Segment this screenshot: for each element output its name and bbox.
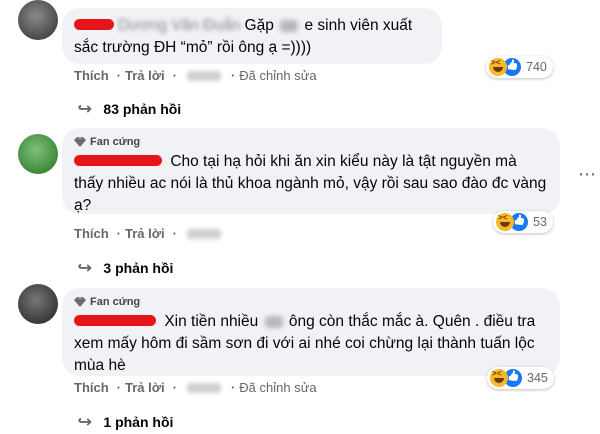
- reaction-summary[interactable]: 345: [487, 367, 554, 389]
- timestamp[interactable]: [186, 228, 221, 239]
- separator-dot: ·: [172, 226, 177, 241]
- comment-bubble: Dương Văn Đuẩn Gặp e sinh viên xuất sắc …: [62, 8, 442, 64]
- edited-label: Đã chỉnh sửa: [239, 68, 317, 83]
- separator-dot: ·: [116, 68, 122, 83]
- reply-arrow-icon: ↪: [77, 101, 93, 118]
- comment-text-part1: Xin tiền nhiều: [164, 313, 259, 330]
- reaction-count: 53: [533, 215, 547, 229]
- reply-link[interactable]: Trả lời: [125, 226, 165, 241]
- edited-label: Đã chỉnh sửa: [239, 380, 317, 395]
- comment-text: Cho tại hạ hỏi khi ăn xin kiểu này là tậ…: [74, 151, 548, 217]
- comment-bubble: Fan cứng Xin tiền nhiều ông còn thắc mắc…: [62, 288, 560, 376]
- fan-badge: Fan cứng: [74, 295, 548, 309]
- separator-dot: ·: [116, 380, 122, 395]
- blurred-word: [280, 19, 299, 32]
- redacted-name: [74, 155, 162, 167]
- separator-dot: ·: [230, 380, 236, 395]
- reaction-count: 345: [527, 371, 548, 385]
- reaction-count: 740: [526, 60, 547, 74]
- badge-label: Fan cứng: [90, 296, 141, 308]
- like-link[interactable]: Thích: [74, 380, 109, 395]
- reaction-summary[interactable]: 53: [493, 211, 553, 233]
- separator-dot: ·: [116, 226, 122, 241]
- like-link[interactable]: Thích: [74, 226, 109, 241]
- separator-dot: ·: [172, 380, 177, 395]
- view-replies[interactable]: ↪ 3 phản hồi: [77, 258, 174, 278]
- blurred-word: [264, 315, 283, 328]
- avatar[interactable]: [18, 134, 58, 174]
- comment-text: Xin tiền nhiều ông còn thắc mắc à. Quên …: [74, 311, 548, 377]
- haha-reaction-icon: [496, 213, 514, 231]
- view-replies[interactable]: ↪ 1 phản hồi: [77, 412, 174, 432]
- more-options-icon[interactable]: ⋯: [578, 164, 597, 185]
- reply-link[interactable]: Trả lời: [125, 68, 165, 83]
- comment-actions: Thích · Trả lời ·: [74, 226, 227, 241]
- reaction-summary[interactable]: 740: [486, 56, 553, 78]
- avatar[interactable]: [18, 0, 58, 40]
- reply-link[interactable]: Trả lời: [125, 380, 165, 395]
- badge-label: Fan cứng: [90, 136, 141, 148]
- haha-reaction-icon: [489, 58, 507, 76]
- comment-text-part1: Gặp: [244, 17, 274, 34]
- comment-actions: Thích · Trả lời · · Đã chỉnh sửa: [74, 68, 321, 83]
- replies-count: 83 phản hồi: [103, 101, 182, 117]
- reply-arrow-icon: ↪: [77, 260, 93, 277]
- diamond-icon: [74, 297, 86, 307]
- view-replies[interactable]: ↪ 83 phản hồi: [77, 99, 182, 119]
- separator-dot: ·: [172, 68, 177, 83]
- comment-bubble: Fan cứng Cho tại hạ hỏi khi ăn xin kiểu …: [62, 128, 560, 214]
- timestamp[interactable]: [186, 382, 221, 393]
- comment-actions: Thích · Trả lời · · Đã chỉnh sửa: [74, 380, 321, 395]
- timestamp[interactable]: [186, 70, 221, 81]
- like-link[interactable]: Thích: [74, 68, 109, 83]
- haha-reaction-icon: [490, 369, 508, 387]
- replies-count: 1 phản hồi: [103, 414, 174, 430]
- separator-dot: ·: [230, 68, 236, 83]
- comment-text: Dương Văn Đuẩn Gặp e sinh viên xuất sắc …: [74, 15, 430, 59]
- fan-badge: Fan cứng: [74, 135, 548, 149]
- replies-count: 3 phản hồi: [103, 260, 174, 276]
- reply-arrow-icon: ↪: [77, 414, 93, 431]
- avatar[interactable]: [18, 284, 58, 324]
- diamond-icon: [74, 137, 86, 147]
- redacted-name: [74, 315, 156, 327]
- blurred-name[interactable]: Dương Văn Đuẩn: [118, 17, 240, 34]
- redacted-name: [74, 19, 114, 31]
